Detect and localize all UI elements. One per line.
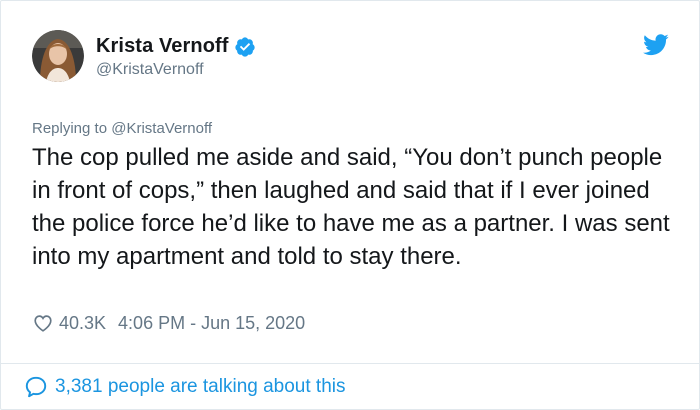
tweet-meta: 40.3K 4:06 PM - Jun 15, 2020 xyxy=(32,312,305,334)
tweet-header: Krista Vernoff @KristaVernoff xyxy=(32,30,672,90)
author-handle[interactable]: @KristaVernoff xyxy=(96,61,204,79)
divider xyxy=(1,363,699,364)
author-name-row: Krista Vernoff xyxy=(96,35,256,58)
tweet-timestamp[interactable]: 4:06 PM - Jun 15, 2020 xyxy=(118,313,305,334)
author-avatar[interactable] xyxy=(32,30,84,82)
heart-icon[interactable] xyxy=(32,312,54,334)
replying-to-line: Replying to @KristaVernoff xyxy=(32,120,212,137)
author-name[interactable]: Krista Vernoff xyxy=(96,35,229,58)
replying-to-handle[interactable]: @KristaVernoff xyxy=(111,120,212,137)
like-count[interactable]: 40.3K xyxy=(59,313,106,334)
tweet-text: The cop pulled me aside and said, “You d… xyxy=(32,144,670,270)
replying-prefix: Replying to xyxy=(32,120,108,137)
verified-badge-icon xyxy=(234,36,256,58)
speech-bubble-icon xyxy=(23,374,49,400)
twitter-bird-icon[interactable] xyxy=(643,34,669,56)
conversation-link[interactable]: 3,381 people are talking about this xyxy=(23,374,346,400)
conversation-count[interactable]: 3,381 people are talking about this xyxy=(55,376,346,398)
tweet-card: Krista Vernoff @KristaVernoff Replying t… xyxy=(0,0,700,410)
